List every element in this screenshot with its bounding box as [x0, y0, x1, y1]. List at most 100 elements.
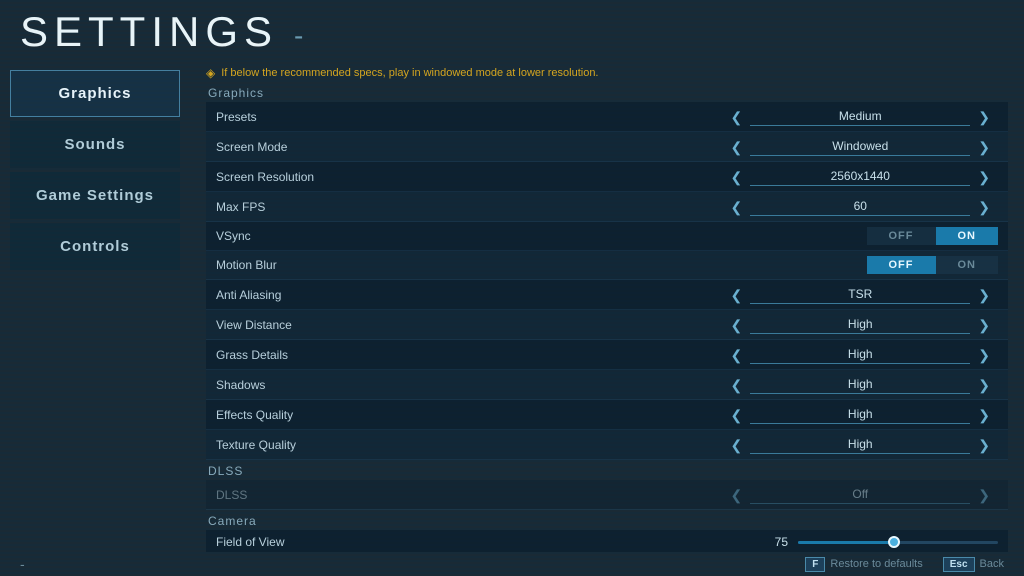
- arrow-value-grass-details: High: [750, 345, 970, 364]
- arrow-right-shadows[interactable]: ❯: [970, 378, 998, 392]
- arrow-left-screen-mode[interactable]: ❮: [723, 140, 751, 154]
- arrow-select-grass-details: ❮High❯: [416, 345, 998, 364]
- label-screen-mode: Screen Mode: [206, 132, 406, 162]
- arrow-right-effects-quality[interactable]: ❯: [970, 408, 998, 422]
- arrow-value-texture-quality: High: [750, 435, 970, 454]
- row-screen-resolution: Screen Resolution ❮2560x1440❯: [206, 162, 1008, 192]
- arrow-select-view-distance: ❮High❯: [416, 315, 998, 334]
- arrow-right-max-fps[interactable]: ❯: [970, 200, 998, 214]
- footer-dash-left: -: [20, 556, 25, 572]
- label-grass-details: Grass Details: [206, 340, 406, 370]
- control-effects-quality: ❮High❯: [406, 400, 1008, 430]
- sidebar: GraphicsSoundsGame SettingsControls: [0, 60, 190, 552]
- slider-fill-fov: [798, 541, 894, 544]
- main-layout: GraphicsSoundsGame SettingsControls ◈ If…: [0, 60, 1024, 552]
- section-dlss-header: DLSS: [206, 460, 1008, 480]
- row-texture-quality: Texture Quality❮High❯: [206, 430, 1008, 460]
- arrow-left-dlss[interactable]: ❮: [723, 488, 751, 502]
- control-vsync: OFFON: [406, 222, 1008, 251]
- control-screen-resolution: ❮2560x1440❯: [406, 162, 1008, 192]
- row-shadows: Shadows❮High❯: [206, 370, 1008, 400]
- toggle-vsync: OFFON: [416, 227, 998, 245]
- camera-table: Field of View75Camera ShakeOFFONRide Cam…: [206, 530, 1008, 552]
- row-screen-mode: Screen Mode ❮Windowed❯: [206, 132, 1008, 162]
- back-label: Back: [980, 558, 1004, 570]
- row-motion-blur: Motion BlurOFFON: [206, 251, 1008, 280]
- arrow-right-anti-aliasing[interactable]: ❯: [970, 288, 998, 302]
- toggle-off-vsync[interactable]: OFF: [867, 227, 936, 245]
- control-dlss: ❮Off❯: [406, 480, 1008, 510]
- arrow-value-presets: Medium: [750, 107, 970, 126]
- arrow-select-screen-resolution: ❮2560x1440❯: [416, 167, 998, 186]
- footer: - F Restore to defaults Esc Back: [0, 552, 1024, 576]
- arrow-right-screen-resolution[interactable]: ❯: [970, 170, 998, 184]
- page-title: SETTINGS: [20, 8, 278, 56]
- arrow-left-anti-aliasing[interactable]: ❮: [723, 288, 751, 302]
- toggle-on-motion-blur[interactable]: ON: [936, 256, 999, 274]
- label-presets: Presets: [206, 102, 406, 132]
- arrow-select-anti-aliasing: ❮TSR❯: [416, 285, 998, 304]
- arrow-select-shadows: ❮High❯: [416, 375, 998, 394]
- arrow-right-view-distance[interactable]: ❯: [970, 318, 998, 332]
- arrow-right-texture-quality[interactable]: ❯: [970, 438, 998, 452]
- row-max-fps: Max FPS ❮60❯: [206, 192, 1008, 222]
- control-shadows: ❮High❯: [406, 370, 1008, 400]
- arrow-left-effects-quality[interactable]: ❮: [723, 408, 751, 422]
- back-action[interactable]: Esc Back: [943, 557, 1004, 572]
- row-view-distance: View Distance❮High❯: [206, 310, 1008, 340]
- arrow-select-texture-quality: ❮High❯: [416, 435, 998, 454]
- label-screen-resolution: Screen Resolution: [206, 162, 406, 192]
- arrow-left-screen-resolution[interactable]: ❮: [723, 170, 751, 184]
- arrow-left-shadows[interactable]: ❮: [723, 378, 751, 392]
- toggle-motion-blur: OFFON: [416, 256, 998, 274]
- row-fov: Field of View 75: [206, 530, 1008, 552]
- arrow-value-effects-quality: High: [750, 405, 970, 424]
- sidebar-item-sounds[interactable]: Sounds: [10, 121, 180, 168]
- label-max-fps: Max FPS: [206, 192, 406, 222]
- toggle-on-vsync[interactable]: ON: [936, 227, 999, 245]
- arrow-right-screen-mode[interactable]: ❯: [970, 140, 998, 154]
- label-vsync: VSync: [206, 222, 406, 251]
- slider-track-fov[interactable]: [798, 541, 998, 544]
- arrow-value-screen-mode: Windowed: [750, 137, 970, 156]
- dlss-table: DLSS❮Off❯: [206, 480, 1008, 510]
- warning-text: If below the recommended specs, play in …: [221, 67, 598, 79]
- arrow-left-view-distance[interactable]: ❮: [723, 318, 751, 332]
- arrow-select-dlss: ❮Off❯: [416, 485, 998, 504]
- warning-icon: ◈: [206, 66, 215, 80]
- arrow-right-presets[interactable]: ❯: [970, 110, 998, 124]
- settings-page: SETTINGS - GraphicsSoundsGame SettingsCo…: [0, 0, 1024, 576]
- slider-thumb-fov[interactable]: [888, 536, 900, 548]
- control-view-distance: ❮High❯: [406, 310, 1008, 340]
- arrow-value-screen-resolution: 2560x1440: [750, 167, 970, 186]
- toggle-off-motion-blur[interactable]: OFF: [867, 256, 936, 274]
- control-grass-details: ❮High❯: [406, 340, 1008, 370]
- row-grass-details: Grass Details ❮High❯: [206, 340, 1008, 370]
- section-camera-header: Camera: [206, 510, 1008, 530]
- arrow-right-dlss[interactable]: ❯: [970, 488, 998, 502]
- arrow-left-grass-details[interactable]: ❮: [723, 348, 751, 362]
- sidebar-item-controls[interactable]: Controls: [10, 223, 180, 270]
- content-area[interactable]: ◈ If below the recommended specs, play i…: [190, 60, 1024, 552]
- control-motion-blur: OFFON: [406, 251, 1008, 280]
- arrow-value-max-fps: 60: [750, 197, 970, 216]
- arrow-select-presets: ❮Medium❯: [416, 107, 998, 126]
- control-anti-aliasing: ❮TSR❯: [406, 280, 1008, 310]
- sidebar-item-game-settings[interactable]: Game Settings: [10, 172, 180, 219]
- row-dlss: DLSS❮Off❯: [206, 480, 1008, 510]
- label-fov: Field of View: [206, 530, 406, 552]
- arrow-select-max-fps: ❮60❯: [416, 197, 998, 216]
- restore-defaults[interactable]: F Restore to defaults: [805, 557, 922, 572]
- arrow-right-grass-details[interactable]: ❯: [970, 348, 998, 362]
- sidebar-item-graphics[interactable]: Graphics: [10, 70, 180, 117]
- graphics-table: Presets❮Medium❯Screen Mode❮Windowed❯Scre…: [206, 102, 1008, 460]
- arrow-value-shadows: High: [750, 375, 970, 394]
- arrow-value-dlss: Off: [750, 485, 970, 504]
- arrow-left-texture-quality[interactable]: ❮: [723, 438, 751, 452]
- row-anti-aliasing: Anti Aliasing❮TSR❯: [206, 280, 1008, 310]
- arrow-left-max-fps[interactable]: ❮: [723, 200, 751, 214]
- section-graphics-header: Graphics: [206, 82, 1008, 102]
- arrow-left-presets[interactable]: ❮: [723, 110, 751, 124]
- restore-label: Restore to defaults: [830, 558, 922, 570]
- slider-value-fov: 75: [768, 535, 788, 549]
